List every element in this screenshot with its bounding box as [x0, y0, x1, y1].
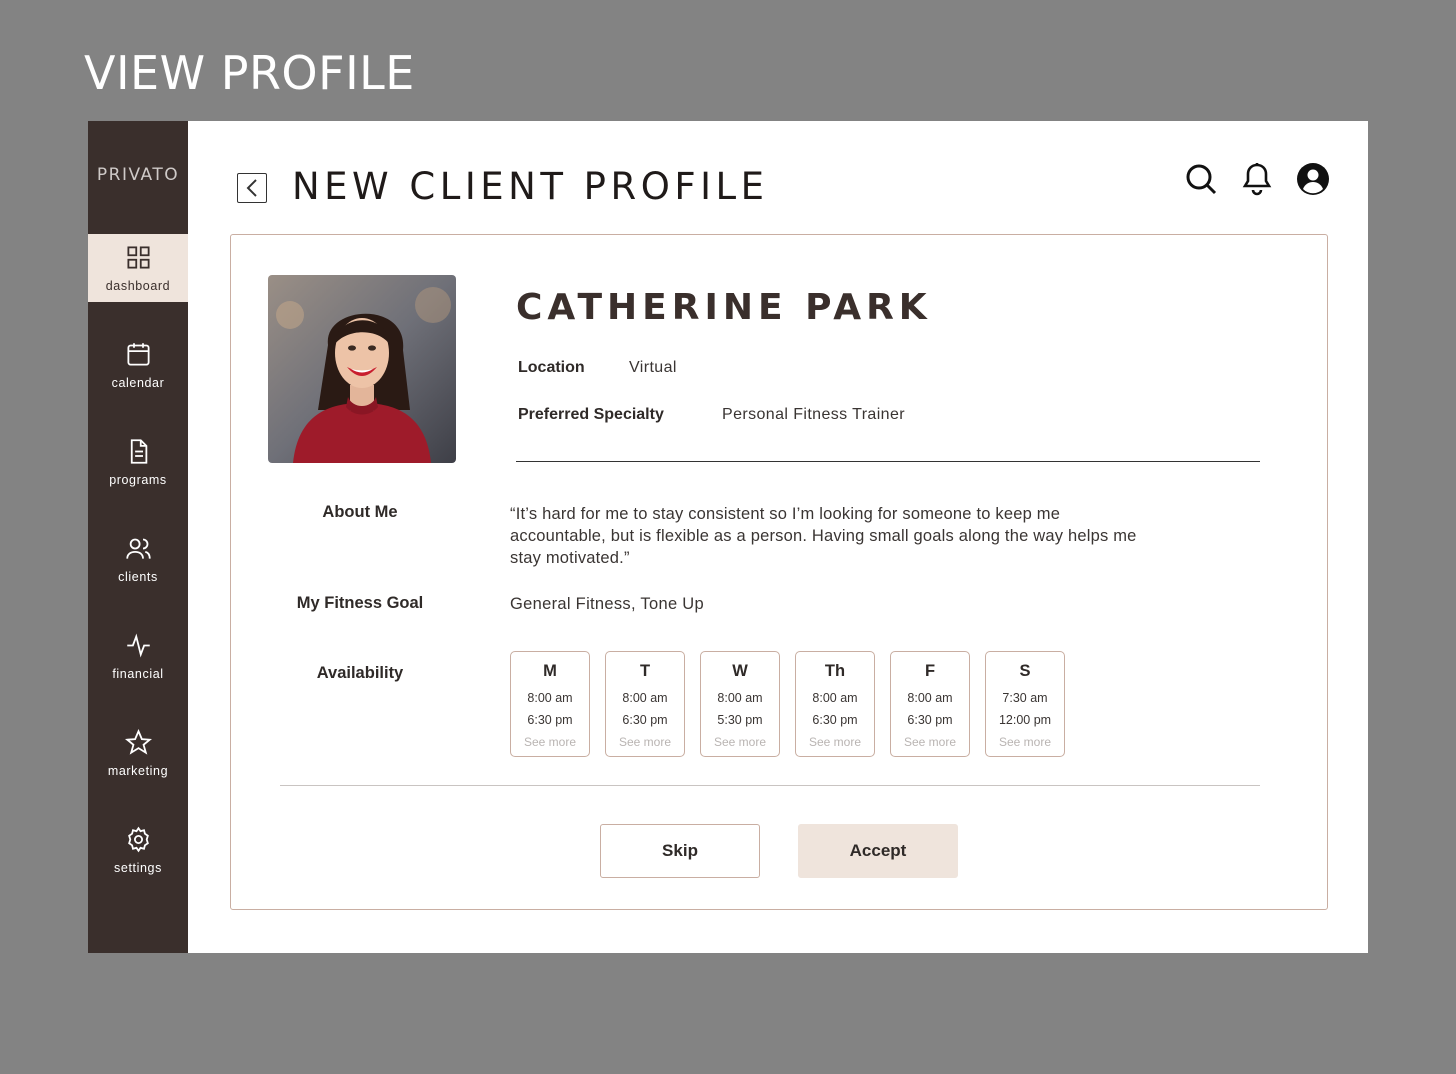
search-button[interactable] — [1184, 161, 1218, 197]
day-name: Th — [824, 662, 846, 680]
back-button[interactable] — [237, 173, 267, 203]
page-title: NEW CLIENT PROFILE — [292, 165, 769, 208]
availability-day-wednesday[interactable]: W 8:00 am 5:30 pm See more — [700, 651, 780, 757]
sidebar-item-label: settings — [114, 860, 162, 875]
sidebar-item-marketing[interactable]: marketing — [88, 719, 188, 787]
specialty-label: Preferred Specialty — [518, 406, 664, 423]
location-row: Location Virtual — [518, 359, 677, 377]
end-time: 6:30 pm — [812, 713, 858, 727]
availability-day-tuesday[interactable]: T 8:00 am 6:30 pm See more — [605, 651, 685, 757]
divider — [280, 785, 1260, 786]
day-name: W — [732, 662, 748, 680]
start-time: 8:00 am — [527, 691, 573, 705]
star-icon — [124, 728, 152, 755]
start-time: 7:30 am — [1002, 691, 1048, 705]
see-more-link[interactable]: See more — [511, 731, 589, 753]
day-name: M — [543, 662, 557, 680]
end-time: 6:30 pm — [527, 713, 573, 727]
view-title: VIEW PROFILE — [84, 46, 415, 100]
chevron-left-icon — [246, 179, 257, 197]
end-time: 12:00 pm — [998, 713, 1052, 727]
sidebar-item-dashboard[interactable]: dashboard — [88, 234, 188, 302]
logo: PRIVATO — [96, 165, 180, 185]
accept-button[interactable]: Accept — [798, 824, 958, 878]
end-time: 5:30 pm — [717, 713, 763, 727]
document-icon — [130, 438, 147, 464]
day-name: S — [1019, 662, 1031, 680]
goal-label: My Fitness Goal — [296, 594, 424, 612]
location-value: Virtual — [629, 359, 677, 376]
client-name: CATHERINE PARK — [516, 287, 932, 328]
start-time: 8:00 am — [622, 691, 668, 705]
sidebar-item-settings[interactable]: settings — [88, 816, 188, 884]
calendar-icon — [126, 342, 150, 366]
availability-list: M 8:00 am 6:30 pm See more T 8:00 am 6:3… — [510, 651, 1065, 757]
client-profile-card: CATHERINE PARK Location Virtual Preferre… — [230, 234, 1328, 910]
main-content: NEW CLIENT PROFILE CATHERINE PARK Locati… — [188, 121, 1368, 953]
day-name: F — [924, 662, 936, 680]
see-more-link[interactable]: See more — [701, 731, 779, 753]
day-name: T — [639, 662, 651, 680]
notifications-button[interactable] — [1240, 161, 1274, 197]
sidebar-item-label: calendar — [111, 375, 165, 390]
specialty-row: Preferred Specialty Personal Fitness Tra… — [518, 406, 905, 424]
availability-day-monday[interactable]: M 8:00 am 6:30 pm See more — [510, 651, 590, 757]
specialty-value: Personal Fitness Trainer — [722, 406, 906, 423]
see-more-link[interactable]: See more — [796, 731, 874, 753]
availability-day-friday[interactable]: F 8:00 am 6:30 pm See more — [890, 651, 970, 757]
see-more-link[interactable]: See more — [891, 731, 969, 753]
about-label: About Me — [322, 503, 398, 521]
start-time: 8:00 am — [717, 691, 763, 705]
divider — [516, 461, 1260, 462]
users-icon — [125, 538, 151, 559]
sidebar-item-financial[interactable]: financial — [88, 622, 188, 690]
grid-icon — [126, 245, 150, 269]
goal-text: General Fitness, Tone Up — [510, 595, 704, 613]
user-icon — [1297, 163, 1329, 195]
sidebar-item-label: dashboard — [105, 278, 171, 293]
end-time: 6:30 pm — [622, 713, 668, 727]
start-time: 8:00 am — [812, 691, 858, 705]
header-actions — [1184, 161, 1330, 197]
sidebar-item-label: programs — [109, 472, 167, 487]
activity-icon — [126, 632, 150, 658]
sidebar-item-programs[interactable]: programs — [88, 428, 188, 496]
search-icon — [1186, 164, 1217, 195]
sidebar: PRIVATO dashboard calendar programs clie… — [88, 121, 188, 953]
sidebar-item-clients[interactable]: clients — [88, 525, 188, 593]
gear-icon — [127, 826, 149, 852]
bell-icon — [1242, 163, 1272, 196]
sidebar-item-label: financial — [112, 666, 164, 681]
see-more-link[interactable]: See more — [986, 731, 1064, 753]
sidebar-item-calendar[interactable]: calendar — [88, 331, 188, 399]
availability-day-thursday[interactable]: Th 8:00 am 6:30 pm See more — [795, 651, 875, 757]
see-more-link[interactable]: See more — [606, 731, 684, 753]
app-window: PRIVATO dashboard calendar programs clie… — [88, 121, 1368, 953]
sidebar-item-label: clients — [118, 569, 158, 584]
client-photo — [268, 275, 456, 463]
end-time: 6:30 pm — [907, 713, 953, 727]
about-text: “It’s hard for me to stay consistent so … — [510, 505, 1137, 567]
start-time: 8:00 am — [907, 691, 953, 705]
availability-day-saturday[interactable]: S 7:30 am 12:00 pm See more — [985, 651, 1065, 757]
sidebar-item-label: marketing — [107, 763, 169, 778]
skip-button[interactable]: Skip — [600, 824, 760, 878]
availability-label: Availability — [316, 664, 404, 682]
profile-button[interactable] — [1296, 161, 1330, 197]
location-label: Location — [518, 359, 585, 376]
